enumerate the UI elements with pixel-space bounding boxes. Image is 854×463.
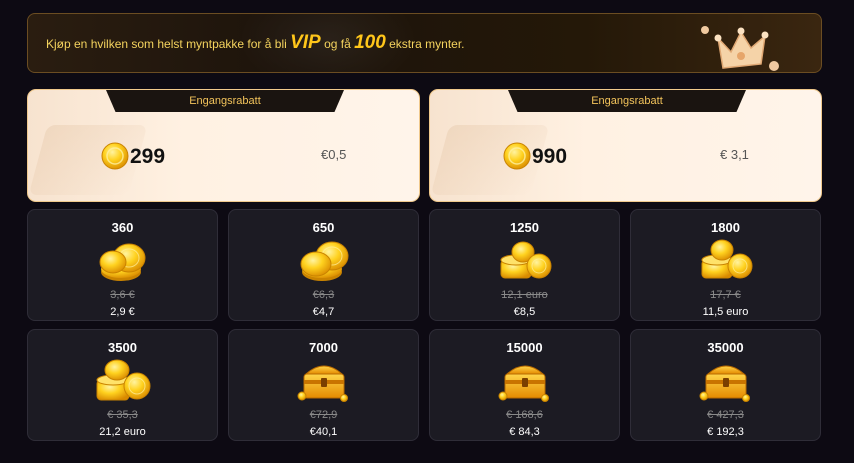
coin-stack-icon <box>701 239 752 279</box>
coin-amount: 299 <box>130 145 166 168</box>
package-card[interactable]: 35000 € 427,3 € 192,3 <box>630 329 821 441</box>
price: €8,5 <box>513 306 536 318</box>
package-card[interactable]: 650 €6,3 €4,7 <box>228 209 419 321</box>
treasure-chest-icon <box>297 365 348 402</box>
coin-amount: 990 <box>532 145 568 168</box>
package-amount: 650 <box>312 220 335 235</box>
price: 2,9 € <box>110 306 135 318</box>
package-card[interactable]: 1250 12,1 euro €8,5 <box>429 209 620 321</box>
old-price: €6,3 <box>312 289 335 301</box>
banner-text: Kjøp en hvilken som helst myntpakke for … <box>46 32 465 53</box>
old-price: € 168,6 <box>506 409 543 421</box>
package-amount: 360 <box>111 220 134 235</box>
package-amount: 35000 <box>707 340 744 355</box>
one-time-discount-tag: Engangsrabatt <box>508 90 746 112</box>
package-amount: 15000 <box>506 340 543 355</box>
coin-stack-icon <box>500 241 551 279</box>
package-amount: 1800 <box>711 220 740 235</box>
vip-banner: Kjøp en hvilken som helst myntpakke for … <box>27 13 822 73</box>
old-price: 17,7 € <box>710 289 741 301</box>
package-card[interactable]: 3500 € 35,3 21,2 euro <box>27 329 218 441</box>
bonus-amount: 100 <box>354 32 386 53</box>
coin-pile-icon <box>300 241 348 281</box>
package-card[interactable]: 1800 17,7 € 11,5 euro <box>630 209 821 321</box>
old-price: €72,9 <box>309 409 338 421</box>
package-amount: 7000 <box>309 340 338 355</box>
treasure-chest-icon <box>498 365 549 402</box>
coin-icon <box>503 142 531 170</box>
old-price: 12,1 euro <box>501 289 548 301</box>
one-time-discount-tag: Engangsrabatt <box>106 90 344 112</box>
discount-card-990[interactable]: Engangsrabatt 990 € 3,1 <box>429 89 822 202</box>
price: 11,5 euro <box>702 306 749 318</box>
price: € 3,1 <box>720 147 749 162</box>
price: € 192,3 <box>707 426 744 438</box>
coin-icon <box>101 142 129 170</box>
package-card[interactable]: 7000 €72,9 €40,1 <box>228 329 419 441</box>
package-amount: 1250 <box>510 220 539 235</box>
old-price: € 35,3 <box>107 409 138 421</box>
price: € 84,3 <box>509 426 540 438</box>
price: €4,7 <box>312 306 335 318</box>
price: 21,2 euro <box>99 426 146 438</box>
old-price: 3,6 € <box>110 289 135 301</box>
discount-card-299[interactable]: Engangsrabatt 299 €0,5 <box>27 89 420 202</box>
price: €40,1 <box>309 426 338 438</box>
package-card[interactable]: 15000 € 168,6 € 84,3 <box>429 329 620 441</box>
treasure-chest-icon <box>699 365 750 402</box>
coin-pile-icon <box>99 243 145 281</box>
old-price: € 427,3 <box>707 409 744 421</box>
package-amount: 3500 <box>108 340 137 355</box>
coin-stack-icon <box>96 359 150 401</box>
vip-label: VIP <box>290 32 321 53</box>
price: €0,5 <box>321 147 347 162</box>
package-card[interactable]: 360 3,6 € 2,9 € <box>27 209 218 321</box>
crown-icon <box>701 26 779 71</box>
